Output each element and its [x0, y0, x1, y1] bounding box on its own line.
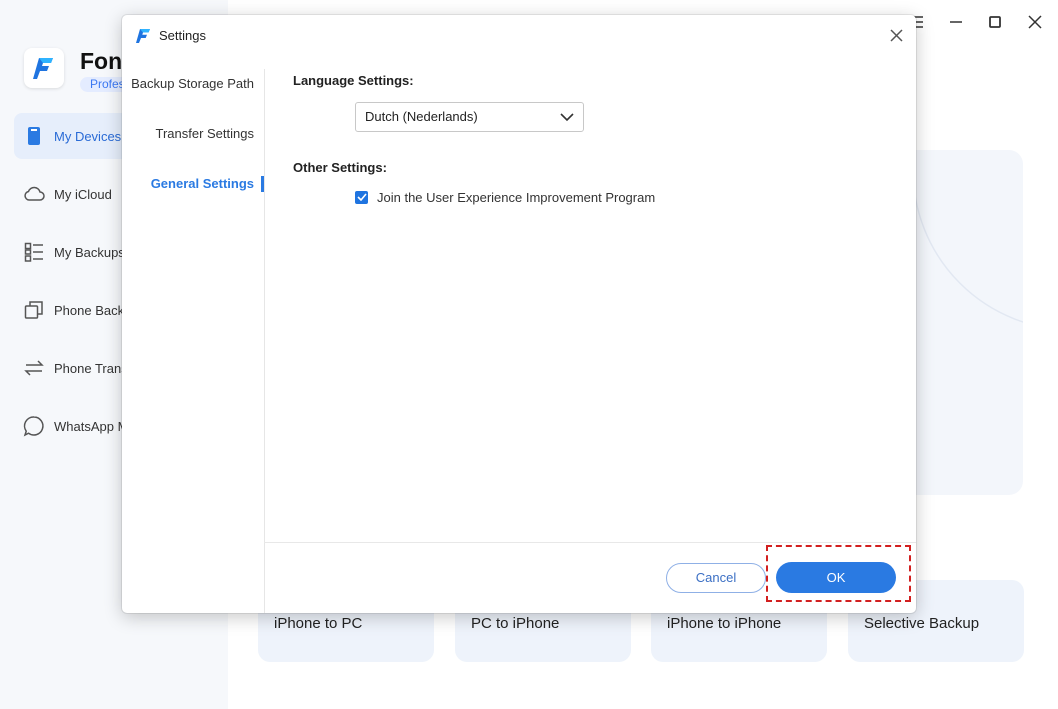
- minimize-icon[interactable]: [946, 12, 966, 32]
- language-select[interactable]: Dutch (Nederlands): [355, 102, 584, 132]
- ux-program-option: Join the User Experience Improvement Pro…: [355, 188, 655, 206]
- dialog-title: Settings: [159, 28, 206, 43]
- transfer-arrows-icon: [23, 357, 45, 379]
- cancel-button[interactable]: Cancel: [666, 563, 766, 593]
- other-settings-label: Other Settings:: [293, 160, 387, 175]
- sidebar-item-label: My Devices: [54, 128, 122, 144]
- settings-nav: Backup Storage Path Transfer Settings Ge…: [122, 69, 265, 613]
- ux-program-checkbox[interactable]: [355, 190, 368, 204]
- phone-icon: [23, 125, 45, 147]
- feature-card-label: iPhone to PC: [274, 615, 363, 632]
- sidebar-item-label: My Backups: [54, 244, 125, 260]
- language-select-value: Dutch (Nederlands): [365, 109, 478, 124]
- chevron-down-icon: [560, 113, 574, 122]
- settings-nav-backup-storage-path[interactable]: Backup Storage Path: [131, 73, 264, 95]
- dialog-footer-divider: [264, 542, 916, 543]
- sidebar-item-label: Phone Backu: [54, 302, 132, 318]
- feature-card-label: iPhone to iPhone: [667, 615, 782, 632]
- cloud-icon: [23, 183, 45, 205]
- ok-button[interactable]: OK: [776, 562, 896, 593]
- feature-card-label: Selective Backup: [864, 615, 980, 632]
- hero-card: [913, 150, 1023, 495]
- list-icon: [23, 241, 45, 263]
- language-settings-label: Language Settings:: [293, 73, 414, 88]
- maximize-icon[interactable]: [985, 12, 1005, 32]
- app-logo-icon: [136, 29, 150, 43]
- app-logo: [24, 48, 64, 88]
- dialog-close-icon[interactable]: [886, 25, 906, 45]
- chat-bubble-icon: [23, 415, 45, 437]
- close-icon[interactable]: [1025, 12, 1045, 32]
- feature-card-label: PC to iPhone: [471, 615, 560, 632]
- settings-dialog: Settings Backup Storage Path Transfer Se…: [122, 15, 916, 613]
- checkmark-icon: [356, 193, 367, 201]
- settings-nav-general-settings[interactable]: General Settings: [151, 173, 265, 195]
- app-logo-icon: [33, 58, 53, 79]
- sidebar-item-label: My iCloud: [54, 186, 112, 202]
- sidebar-item-label: Phone Trans: [54, 360, 128, 376]
- ux-program-label: Join the User Experience Improvement Pro…: [377, 189, 656, 205]
- sidebar-item-label: WhatsApp M: [54, 418, 129, 434]
- copy-icon: [23, 299, 45, 321]
- settings-nav-transfer-settings[interactable]: Transfer Settings: [155, 123, 264, 145]
